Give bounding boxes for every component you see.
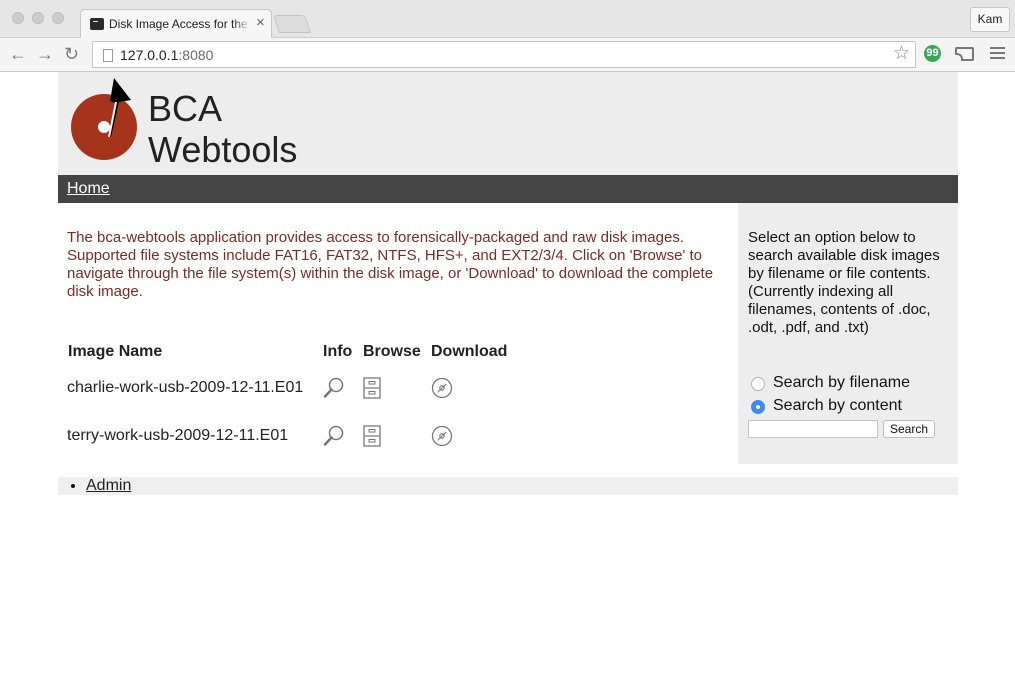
disc-download-icon[interactable] bbox=[431, 377, 453, 399]
footer-links: Admin bbox=[86, 477, 131, 495]
browser-tab-active[interactable]: Disk Image Access for the Web × bbox=[80, 9, 272, 38]
bca-logo-icon bbox=[71, 78, 137, 160]
admin-link[interactable]: Admin bbox=[86, 477, 131, 494]
search-input[interactable] bbox=[748, 420, 878, 438]
window-minimize-button[interactable] bbox=[32, 12, 44, 24]
browse-cell bbox=[363, 364, 431, 412]
url-port: :8080 bbox=[178, 47, 214, 63]
main-content: The bca-webtools application provides ac… bbox=[58, 203, 738, 476]
window-zoom-button[interactable] bbox=[52, 12, 64, 24]
browser-menu-icon[interactable] bbox=[990, 47, 1005, 61]
profile-button[interactable]: Kam bbox=[970, 7, 1010, 32]
url-text[interactable]: 127.0.0.1:8080 bbox=[120, 47, 213, 63]
image-name-cell: terry-work-usb-2009-12-11.E01 bbox=[67, 427, 289, 444]
browser-toolbar: ← → ↻ 127.0.0.1:8080 ☆ 99 bbox=[0, 38, 1015, 72]
main-nav: Home bbox=[58, 175, 958, 203]
site-header: BCA Webtools bbox=[58, 72, 958, 175]
search-by-filename-label[interactable]: Search by filename bbox=[773, 374, 910, 392]
search-by-content-label[interactable]: Search by content bbox=[773, 397, 902, 415]
intro-text: The bca-webtools application provides ac… bbox=[67, 229, 714, 300]
info-cell bbox=[323, 364, 363, 412]
back-arrow-icon[interactable]: ← bbox=[9, 44, 27, 64]
download-cell bbox=[431, 364, 521, 412]
search-by-filename-radio[interactable] bbox=[751, 377, 765, 391]
page-icon bbox=[103, 49, 113, 62]
info-cell bbox=[323, 412, 363, 460]
url-host: 127.0.0.1 bbox=[120, 47, 179, 63]
forward-arrow-icon[interactable]: → bbox=[36, 44, 54, 64]
nav-home-link[interactable]: Home bbox=[67, 180, 110, 198]
brand-line-2: Webtools bbox=[148, 129, 298, 170]
browser-tab-strip: Disk Image Access for the Web × Kam bbox=[0, 0, 1015, 38]
tab-title: Disk Image Access for the Web bbox=[109, 17, 251, 31]
search-by-content-radio[interactable] bbox=[751, 400, 765, 414]
brand-line-1: BCA bbox=[148, 88, 223, 129]
window-close-button[interactable] bbox=[12, 12, 24, 24]
search-button[interactable]: Search bbox=[883, 420, 935, 438]
hangouts-extension-icon[interactable]: 99 bbox=[924, 45, 941, 62]
table-header-row: Image Name Info Browse Download bbox=[67, 340, 521, 364]
magnifier-info-icon[interactable] bbox=[323, 377, 345, 399]
col-header-browse: Browse bbox=[363, 343, 421, 360]
magnifier-info-icon[interactable] bbox=[323, 425, 345, 447]
col-header-download: Download bbox=[431, 343, 508, 360]
reload-icon[interactable]: ↻ bbox=[64, 44, 79, 64]
cabinet-browse-icon[interactable] bbox=[363, 425, 381, 447]
table-row: charlie-work-usb-2009-12-11.E01 bbox=[67, 364, 521, 412]
cast-icon[interactable] bbox=[955, 47, 974, 61]
footer-bar: Admin bbox=[58, 477, 958, 495]
col-header-info: Info bbox=[323, 343, 353, 360]
browse-cell bbox=[363, 412, 431, 460]
tab-close-icon[interactable]: × bbox=[256, 15, 265, 31]
col-header-image-name: Image Name bbox=[68, 343, 163, 360]
list-item: Admin bbox=[86, 477, 131, 495]
bookmark-star-icon[interactable]: ☆ bbox=[893, 44, 910, 64]
image-name-cell: charlie-work-usb-2009-12-11.E01 bbox=[67, 379, 304, 396]
address-bar[interactable]: 127.0.0.1:8080 ☆ bbox=[92, 41, 916, 68]
new-tab-button[interactable] bbox=[273, 15, 311, 33]
disk-image-table: Image Name Info Browse Download charlie-… bbox=[67, 340, 521, 460]
table-row: terry-work-usb-2009-12-11.E01 bbox=[67, 412, 521, 460]
disc-download-icon[interactable] bbox=[431, 425, 453, 447]
cabinet-browse-icon[interactable] bbox=[363, 377, 381, 399]
search-description: Select an option below to search availab… bbox=[748, 229, 940, 336]
search-sidebar: Select an option below to search availab… bbox=[738, 203, 958, 464]
site-brand: BCA Webtools bbox=[148, 88, 297, 170]
terminal-favicon-icon bbox=[90, 18, 104, 30]
download-cell bbox=[431, 412, 521, 460]
